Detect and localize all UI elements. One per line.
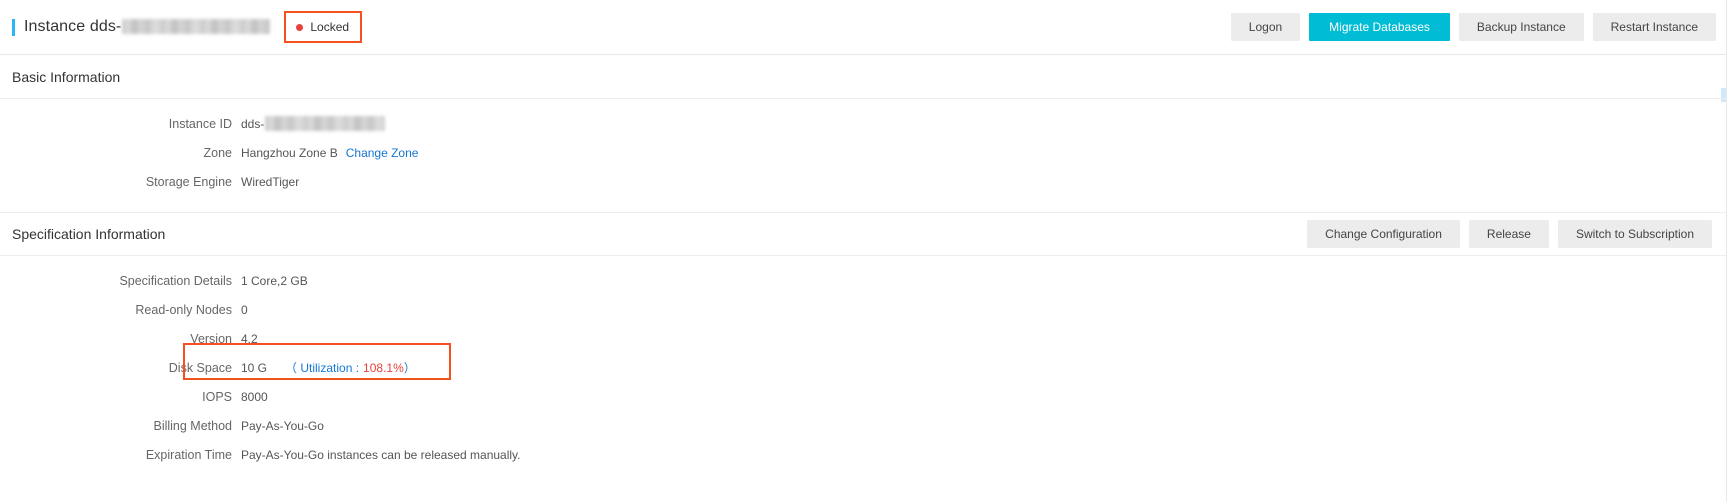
field-zone: Zone Hangzhou Zone B Change Zone xyxy=(0,146,863,160)
logon-button[interactable]: Logon xyxy=(1230,13,1301,41)
row-instance-id: Instance ID dds- Instance Name dds-Edit xyxy=(0,109,1726,138)
row-version: Version 4.2 Minor Version mongodb_202002… xyxy=(0,324,1726,353)
label-read-only-nodes: Read-only Nodes xyxy=(135,302,232,317)
disk-utilization-prefix: （ Utilization : xyxy=(285,361,360,375)
field-read-only-nodes: Read-only Nodes 0 xyxy=(0,303,863,317)
row-specification-details: Specification Details 1 Core,2 GB Replic… xyxy=(0,266,1726,295)
value-instance-id-text: dds- xyxy=(241,116,265,131)
field-maintenance-period: Maintenance Period 02:00-06:00Edit xyxy=(863,390,1726,404)
field-network-type: Network Type Classic Network xyxy=(863,146,1726,160)
basic-information-header: Basic Information xyxy=(0,55,1726,99)
value-storage-engine: WiredTiger xyxy=(241,174,300,189)
change-zone-link[interactable]: Change Zone xyxy=(346,146,419,160)
value-disk-space: 10 G （ Utilization :108.1%） xyxy=(241,359,416,376)
specification-information-rows: Specification Details 1 Core,2 GB Replic… xyxy=(0,256,1726,469)
label-specification-details: Specification Details xyxy=(119,273,232,288)
label-specification-code: Specification Code xyxy=(863,303,1727,317)
change-configuration-button[interactable]: Change Configuration xyxy=(1307,220,1460,248)
field-iops: IOPS 8000 xyxy=(0,390,863,404)
label-iops: IOPS xyxy=(202,389,232,404)
disk-utilization: （ Utilization :108.1%） xyxy=(285,359,416,376)
backup-instance-button[interactable]: Backup Instance xyxy=(1458,13,1584,41)
field-instance-id: Instance ID dds- xyxy=(0,116,863,131)
field-specification-details: Specification Details 1 Core,2 GB xyxy=(0,274,863,288)
label-version: Version xyxy=(190,331,232,346)
label-created-at: Created At xyxy=(863,419,1727,433)
field-connections: Connections 500 xyxy=(863,361,1726,375)
restart-instance-button[interactable]: Restart Instance xyxy=(1592,13,1716,41)
label-disk-space: Disk Space xyxy=(168,360,232,375)
page-title-wrap: Instance dds- xyxy=(12,18,271,36)
field-version: Version 4.2 xyxy=(0,332,863,346)
field-created-at: Created At Jun 1, 2020, 15:46:00 xyxy=(863,419,1726,433)
value-read-only-nodes: 0 xyxy=(241,302,248,317)
label-expiration-time: Expiration Time xyxy=(145,447,232,462)
specification-information-header: Specification Information Change Configu… xyxy=(0,212,1726,256)
field-storage-engine: Storage Engine WiredTiger xyxy=(0,175,863,189)
field-disk-space: Disk Space 10 G （ Utilization :108.1%） xyxy=(0,359,863,376)
value-instance-id: dds- xyxy=(241,116,386,131)
field-minor-version: Minor Version mongodb_20200211_4.0.5 xyxy=(863,332,1726,346)
row-storage-engine: Storage Engine WiredTiger xyxy=(0,167,1726,196)
page-header: Instance dds- Locked Logon Migrate Datab… xyxy=(0,0,1726,55)
label-maintenance-period: Maintenance Period xyxy=(863,390,1727,404)
label-storage-engine: Storage Engine xyxy=(145,174,232,189)
row-iops: IOPS 8000 Maintenance Period 02:00-06:00… xyxy=(0,382,1726,411)
basic-information-title: Basic Information xyxy=(12,68,121,85)
specification-information-title: Specification Information xyxy=(12,226,166,242)
switch-to-subscription-button[interactable]: Switch to Subscription xyxy=(1557,220,1712,248)
field-specification-code: Specification Code dds.mongo.mid xyxy=(863,303,1726,317)
page-title-text: Instance dds- xyxy=(24,18,122,35)
value-zone: Hangzhou Zone B Change Zone xyxy=(241,146,418,160)
specification-actions: Change Configuration Release Switch to S… xyxy=(1307,220,1712,248)
value-iops: 8000 xyxy=(241,389,268,404)
row-billing-method: Billing Method Pay-As-You-Go Created At … xyxy=(0,411,1726,440)
value-expiration-time: Pay-As-You-Go instances can be released … xyxy=(241,447,521,462)
value-specification-details: 1 Core,2 GB xyxy=(241,273,308,288)
status-badge: Locked xyxy=(284,11,363,43)
header-actions: Logon Migrate Databases Backup Instance … xyxy=(1230,13,1716,41)
value-version: 4.2 xyxy=(241,331,258,346)
row-expiration-time: Expiration Time Pay-As-You-Go instances … xyxy=(0,440,1726,469)
field-instance-name: Instance Name dds-Edit xyxy=(863,116,1726,131)
label-replication-factor: Replication Factor xyxy=(863,274,1727,288)
label-network-type: Network Type xyxy=(863,146,1727,160)
page-title: Instance dds- xyxy=(24,18,271,36)
basic-information-rows: Instance ID dds- Instance Name dds-Edit … xyxy=(0,99,1726,196)
value-billing-method: Pay-As-You-Go xyxy=(241,418,324,433)
field-expiration-time: Expiration Time Pay-As-You-Go instances … xyxy=(0,448,863,462)
instance-details-page: Instance dds- Locked Logon Migrate Datab… xyxy=(0,0,1727,502)
disk-utilization-value: 108.1% xyxy=(363,361,404,375)
disk-utilization-suffix: ） xyxy=(403,361,416,375)
label-instance-id: Instance ID xyxy=(168,116,232,131)
label-instance-name: Instance Name xyxy=(863,117,1727,131)
label-minor-version: Minor Version xyxy=(863,332,1727,346)
field-replication-factor: Replication Factor Three-nodeAdd Node xyxy=(863,274,1726,288)
migrate-databases-button[interactable]: Migrate Databases xyxy=(1309,13,1450,41)
release-button[interactable]: Release xyxy=(1468,220,1549,248)
row-zone: Zone Hangzhou Zone B Change Zone Network … xyxy=(0,138,1726,167)
status-dot-icon xyxy=(296,23,304,31)
label-connections: Connections xyxy=(863,361,1727,375)
label-billing-method: Billing Method xyxy=(153,418,232,433)
value-disk-space-text: 10 G xyxy=(241,360,268,375)
redacted-instance-id xyxy=(122,19,271,34)
status-badge-label: Locked xyxy=(310,20,350,34)
label-zone: Zone xyxy=(203,145,233,160)
row-disk-space: Disk Space 10 G （ Utilization :108.1%） Co… xyxy=(0,353,1726,382)
redacted-instance-id-value xyxy=(265,116,386,131)
field-billing-method: Billing Method Pay-As-You-Go xyxy=(0,419,863,433)
title-accent-bar xyxy=(12,18,15,36)
row-read-only-nodes: Read-only Nodes 0 Specification Code dds… xyxy=(0,295,1726,324)
value-zone-text: Hangzhou Zone B xyxy=(241,145,338,160)
